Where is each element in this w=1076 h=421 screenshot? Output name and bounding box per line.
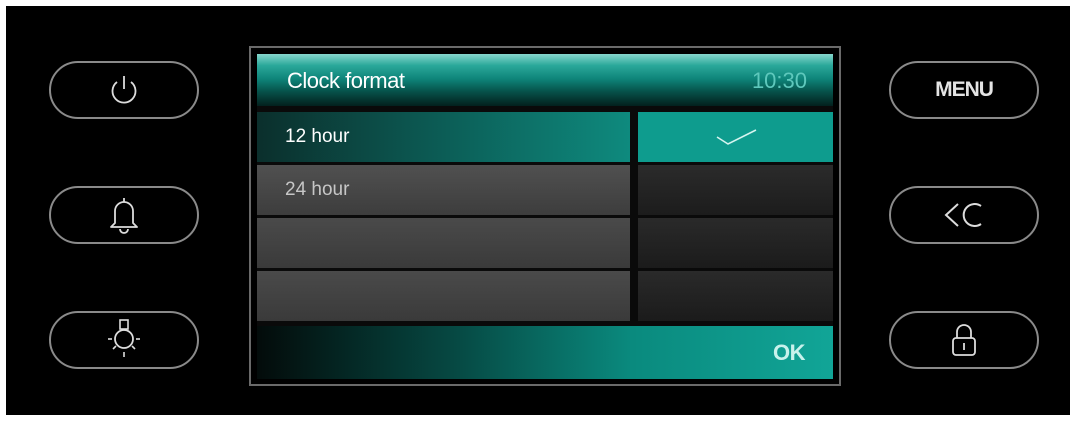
back-clear-icon	[944, 203, 982, 227]
option-empty-check-cell	[638, 271, 833, 321]
light-bulb-icon	[108, 319, 140, 357]
option-24-hour-check-cell[interactable]	[638, 165, 833, 215]
checkmark-icon	[716, 129, 756, 145]
option-empty-row	[257, 271, 630, 321]
lock-button[interactable]	[889, 311, 1039, 369]
option-label: 12 hour	[285, 126, 350, 147]
menu-label: MENU	[935, 78, 994, 101]
display-screen: Clock format 10:30 12 hour 24 hour OK	[257, 54, 833, 379]
ok-button[interactable]: OK	[257, 326, 833, 379]
screen-header: Clock format 10:30	[257, 54, 833, 106]
clock-time: 10:30	[751, 68, 807, 93]
option-12-hour[interactable]: 12 hour	[257, 112, 630, 162]
alarm-button[interactable]	[49, 186, 199, 244]
ok-label: OK	[773, 340, 806, 365]
bell-icon	[110, 198, 138, 234]
option-empty-row	[257, 218, 630, 268]
menu-button[interactable]: MENU	[889, 61, 1039, 119]
option-12-hour-check-cell[interactable]	[638, 112, 833, 162]
lock-icon	[952, 324, 976, 356]
back-clear-button[interactable]	[889, 186, 1039, 244]
option-24-hour[interactable]: 24 hour	[257, 165, 630, 215]
power-button[interactable]	[49, 61, 199, 119]
power-icon	[111, 76, 137, 104]
option-empty-check-cell	[638, 218, 833, 268]
screen-title: Clock format	[287, 68, 405, 93]
light-button[interactable]	[49, 311, 199, 369]
option-label: 24 hour	[285, 179, 350, 200]
